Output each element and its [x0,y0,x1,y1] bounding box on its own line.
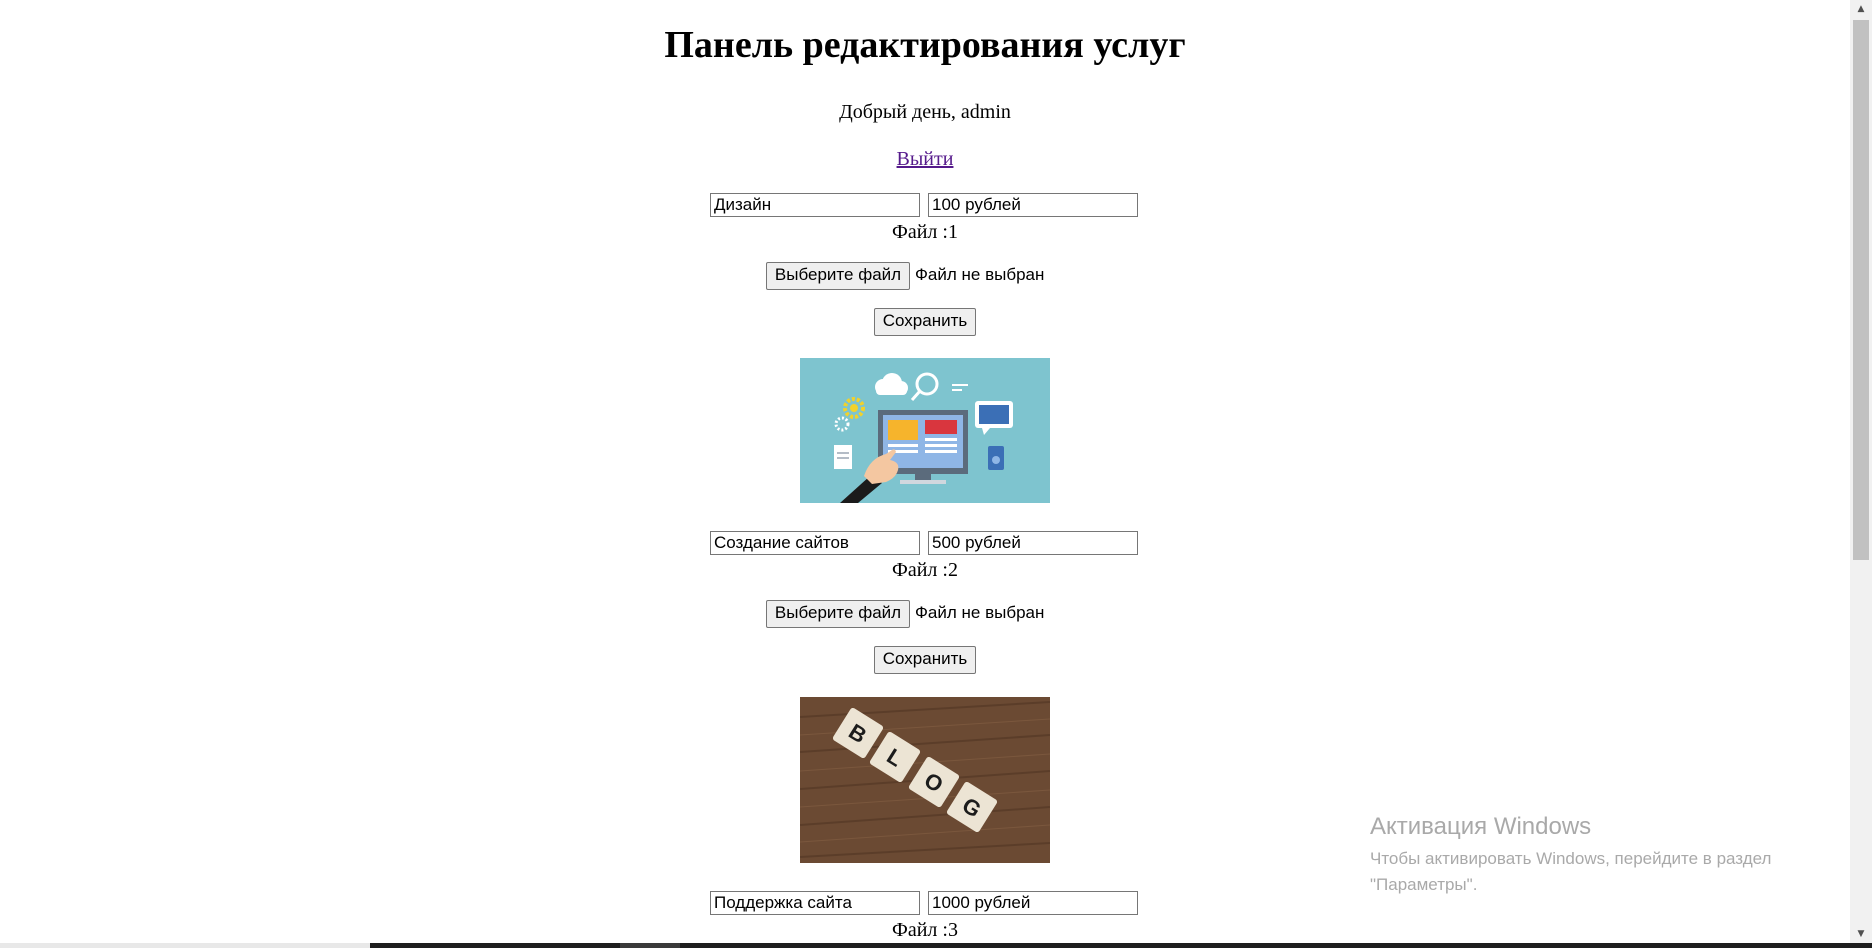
service-image-blog: B L O G [800,697,1050,863]
scroll-up-arrow-icon[interactable]: ▲ [1850,0,1872,18]
watermark-title: Активация Windows [1370,813,1592,840]
greeting-text: Добрый день, admin [839,101,1011,123]
service-price-input[interactable] [928,531,1138,555]
file-status-text: Файл не выбран [915,265,1045,284]
page-title: Панель редактирования услуг [664,24,1186,66]
service-fields [710,531,1142,559]
service-name-input[interactable] [710,531,920,555]
service-fields [710,193,1142,221]
save-button[interactable]: Сохранить [874,646,976,674]
service-price-input[interactable] [928,891,1138,915]
taskbar [0,943,1872,948]
logout-container: Выйти [0,147,1850,171]
service-block-3: Файл :3 [0,891,1850,943]
scrollbar-thumb[interactable] [1853,20,1869,560]
save-button[interactable]: Сохранить [874,308,976,336]
watermark-subtitle: Чтобы активировать Windows, перейдите в … [1370,849,1772,894]
logout-link[interactable]: Выйти [897,148,954,170]
file-label: Файл :3 [892,919,958,941]
service-image-web-design [800,358,1050,503]
file-label: Файл :2 [892,559,958,581]
taskbar-app-icon[interactable] [620,943,680,948]
windows-activation-watermark: Активация Windows Чтобы активировать Win… [1370,812,1800,898]
choose-file-button[interactable]: Выберите файл [766,262,910,290]
service-name-input[interactable] [710,193,920,217]
scroll-down-arrow-icon[interactable]: ▼ [1850,925,1872,943]
service-fields [710,891,1142,919]
file-status-text: Файл не выбран [915,603,1045,622]
blog-tiles-photo: B L O G [800,697,1050,863]
service-name-input[interactable] [710,891,920,915]
taskbar-search-area[interactable] [0,943,370,948]
service-price-input[interactable] [928,193,1138,217]
file-label: Файл :1 [892,221,958,243]
page: Панель редактирования услуг Добрый день,… [0,0,1850,943]
choose-file-button[interactable]: Выберите файл [766,600,910,628]
web-design-illustration [800,358,1050,503]
vertical-scrollbar[interactable]: ▲ ▼ [1850,0,1872,943]
